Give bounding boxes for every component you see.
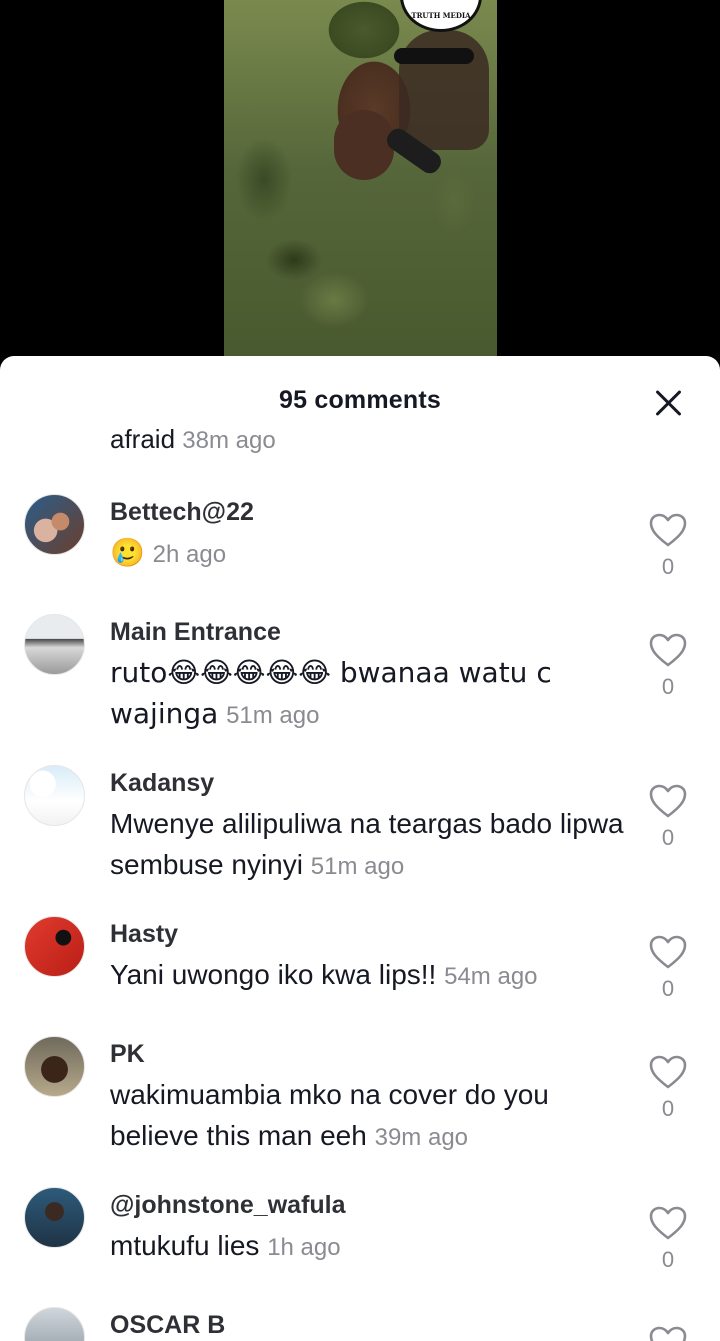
comment-username[interactable]: PK (110, 1040, 145, 1069)
comment-time: 39m ago (374, 1124, 469, 1151)
like-button[interactable] (648, 1205, 688, 1240)
heart-icon (649, 633, 687, 667)
comment-time: 1h ago (267, 1234, 341, 1261)
watermark-text: TRUTH MEDIA (411, 11, 471, 20)
video-player[interactable]: TRUTH MEDIA (0, 0, 720, 380)
like-count: 0 (661, 1096, 675, 1121)
like-button[interactable] (648, 632, 688, 667)
like-button[interactable] (648, 512, 688, 547)
video-frame: TRUTH MEDIA (224, 0, 497, 380)
comments-count-title: 95 comments (279, 386, 441, 414)
comment-body: 🥲 (110, 536, 145, 569)
speaker-hand (334, 110, 394, 180)
comment-body: wakimuambia mko na cover do you believe … (110, 1079, 549, 1151)
comment-body: mtukufu lies (110, 1230, 260, 1261)
heart-icon (649, 513, 687, 547)
close-icon[interactable] (654, 388, 684, 418)
comment-text: mtukufu lies 1h ago (110, 1225, 630, 1268)
like-count: 0 (661, 674, 675, 699)
like-count: 0 (661, 825, 675, 850)
heart-icon (649, 935, 687, 969)
sunglasses (394, 48, 474, 64)
comment-username[interactable]: @johnstone_wafula (110, 1191, 346, 1220)
avatar[interactable] (24, 1307, 85, 1341)
like-button[interactable] (648, 1054, 688, 1089)
comment-text: 🥲 2h ago (110, 532, 630, 575)
heart-icon (649, 784, 687, 818)
heart-icon (649, 1326, 687, 1341)
comment-text: ruto😂😂😂😂😂 bwanaa watu c wajinga 51m ago (110, 652, 630, 736)
comment-text: Mwenye alilipuliwa na teargas bado lipwa… (110, 803, 630, 887)
like-button[interactable] (648, 783, 688, 818)
comment-text: wakimuambia mko na cover do you believe … (110, 1074, 630, 1158)
like-count: 0 (661, 1247, 675, 1272)
watermark-logo: TRUTH MEDIA (400, 0, 482, 32)
heart-icon (649, 1055, 687, 1089)
comment-body: ruto😂😂😂😂😂 bwanaa watu c wajinga (110, 656, 552, 730)
comment-time: 51m ago (226, 702, 320, 729)
avatar[interactable] (24, 494, 85, 555)
like-count: 0 (661, 554, 675, 579)
comments-sheet: 95 comments afraid 38m ago Bettech@22 🥲 … (0, 356, 720, 1341)
like-button[interactable] (648, 1325, 688, 1341)
heart-icon (649, 1206, 687, 1240)
comment-username[interactable]: Hasty (110, 920, 178, 949)
avatar[interactable] (24, 765, 85, 826)
comment-username[interactable]: Bettech@22 (110, 498, 254, 527)
partial-comment-text: afraid (110, 424, 176, 454)
comment-time: 54m ago (444, 963, 538, 990)
comment-time: 51m ago (310, 853, 405, 880)
avatar[interactable] (24, 1187, 85, 1248)
comment-time: 38m ago (182, 427, 276, 454)
partial-comment: afraid 38m ago (110, 424, 276, 455)
like-count: 0 (661, 976, 675, 1001)
like-button[interactable] (648, 934, 688, 969)
comment-username[interactable]: Main Entrance (110, 618, 281, 647)
avatar[interactable] (24, 1036, 85, 1097)
avatar[interactable] (24, 916, 85, 977)
comment-username[interactable]: Kadansy (110, 769, 214, 798)
avatar[interactable] (24, 614, 85, 675)
comment-username[interactable]: OSCAR B (110, 1311, 225, 1340)
comment-time: 2h ago (152, 541, 227, 568)
comment-body: Yani uwongo iko kwa lips!! (110, 959, 437, 990)
comment-text: Yani uwongo iko kwa lips!! 54m ago (110, 954, 630, 997)
